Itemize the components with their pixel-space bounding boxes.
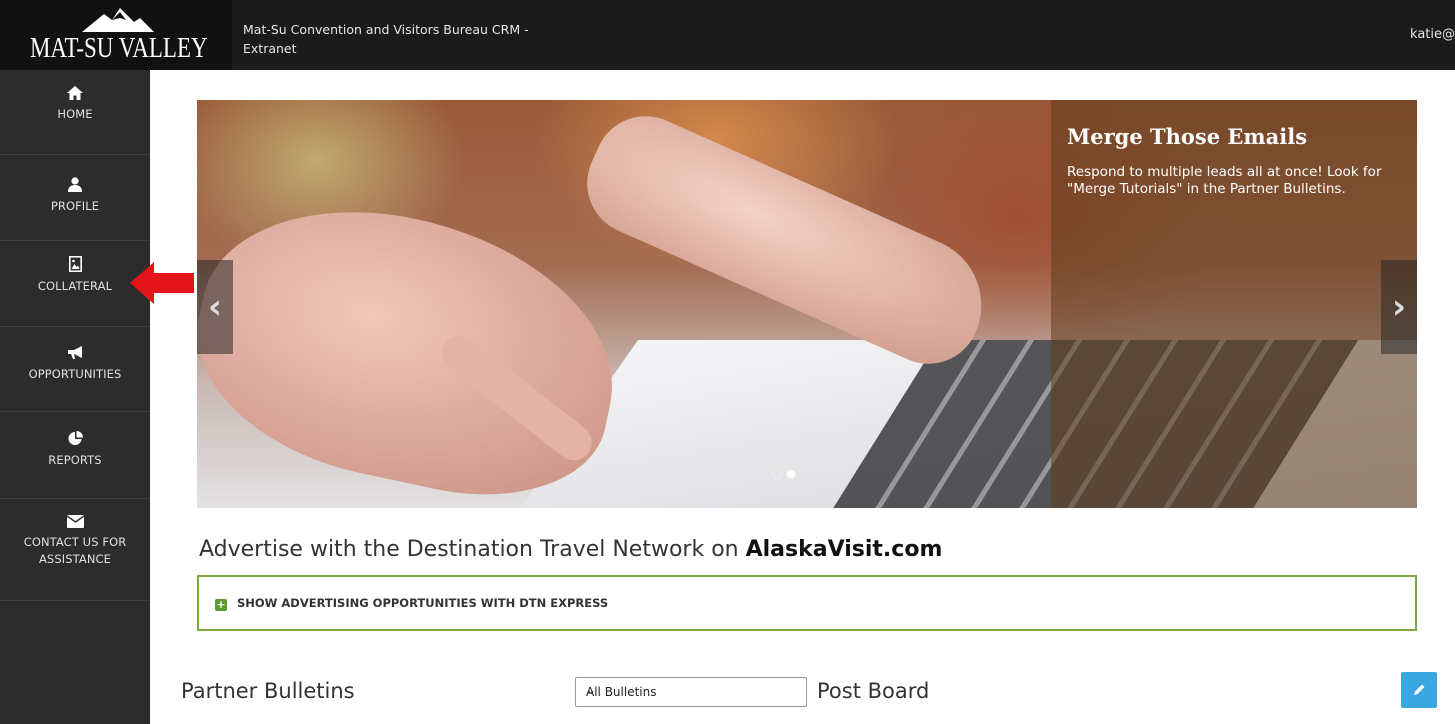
carousel-dot[interactable] — [772, 469, 782, 479]
sidebar-item-label: CONTACT US FOR ASSISTANCE — [23, 535, 127, 566]
sidebar-item-label: REPORTS — [48, 453, 102, 467]
matsu-logo[interactable]: MAT-SU VALLEY — [0, 0, 232, 70]
advertise-panel: + SHOW ADVERTISING OPPORTUNITIES WITH DTN… — [197, 575, 1417, 631]
pencil-icon — [1414, 684, 1425, 695]
advertise-heading-brand: AlaskaVisit.com — [745, 537, 943, 562]
sidebar-item-label: OPPORTUNITIES — [28, 367, 122, 381]
partner-bulletins-title: Partner Bulletins — [181, 679, 355, 703]
carousel-caption-title: Merge Those Emails — [1067, 124, 1308, 149]
show-advertising-toggle[interactable]: + SHOW ADVERTISING OPPORTUNITIES WITH DTN… — [215, 596, 608, 611]
hand-photo — [570, 100, 1004, 381]
sidebar-item-contact[interactable]: CONTACT US FOR ASSISTANCE — [0, 499, 150, 601]
user-menu[interactable]: katie@ — [1410, 27, 1455, 42]
home-icon — [67, 86, 83, 100]
post-board-title: Post Board — [817, 679, 930, 703]
advertise-heading-text: Advertise with the Destination Travel Ne… — [199, 537, 746, 562]
user-icon — [68, 177, 82, 192]
image-file-icon — [68, 256, 82, 272]
carousel-next-button[interactable]: › — [1381, 260, 1417, 354]
red-arrow-annotation-icon — [130, 262, 194, 304]
sidebar-item-label: COLLATERAL — [37, 279, 113, 293]
sidebar-item-reports[interactable]: REPORTS — [0, 412, 150, 499]
carousel-indicators — [772, 464, 800, 483]
top-bar: MAT-SU VALLEY Mat-Su Convention and Visi… — [0, 0, 1455, 70]
carousel-dot[interactable] — [786, 469, 796, 479]
sidebar-item-label: HOME — [57, 107, 93, 121]
plus-square-icon: + — [215, 598, 227, 611]
sidebar-item-opportunities[interactable]: OPPORTUNITIES — [0, 327, 150, 412]
sidebar-item-profile[interactable]: PROFILE — [0, 155, 150, 241]
bulletins-filter-select[interactable]: All Bulletins ⌄ — [575, 677, 807, 707]
edit-button[interactable] — [1401, 672, 1437, 708]
hero-carousel[interactable]: Merge Those Emails Respond to multiple l… — [197, 100, 1417, 508]
carousel-prev-button[interactable]: ‹ — [197, 260, 233, 354]
carousel-caption-text: Respond to multiple leads all at once! L… — [1067, 164, 1382, 197]
pie-chart-icon — [68, 431, 83, 445]
chevron-down-icon: ⌄ — [586, 683, 597, 697]
mountain-icon — [82, 8, 154, 32]
envelope-icon — [66, 515, 84, 528]
sidebar-item-label: PROFILE — [50, 199, 100, 213]
app-title: Mat-Su Convention and Visitors Bureau CR… — [243, 22, 529, 56]
bullhorn-icon — [67, 346, 82, 359]
sidebar-item-collateral[interactable]: COLLATERAL — [0, 241, 150, 327]
carousel-caption: Merge Those Emails Respond to multiple l… — [1051, 100, 1417, 508]
logo-text: MAT-SU VALLEY — [30, 33, 208, 64]
sidebar: HOME PROFILE COLLATERAL OPPORTUNITIES RE… — [0, 70, 150, 724]
advertise-toggle-label: SHOW ADVERTISING OPPORTUNITIES WITH DTN … — [237, 596, 609, 610]
advertise-heading: Advertise with the Destination Travel Ne… — [199, 537, 942, 562]
sidebar-item-home[interactable]: HOME — [0, 70, 150, 155]
